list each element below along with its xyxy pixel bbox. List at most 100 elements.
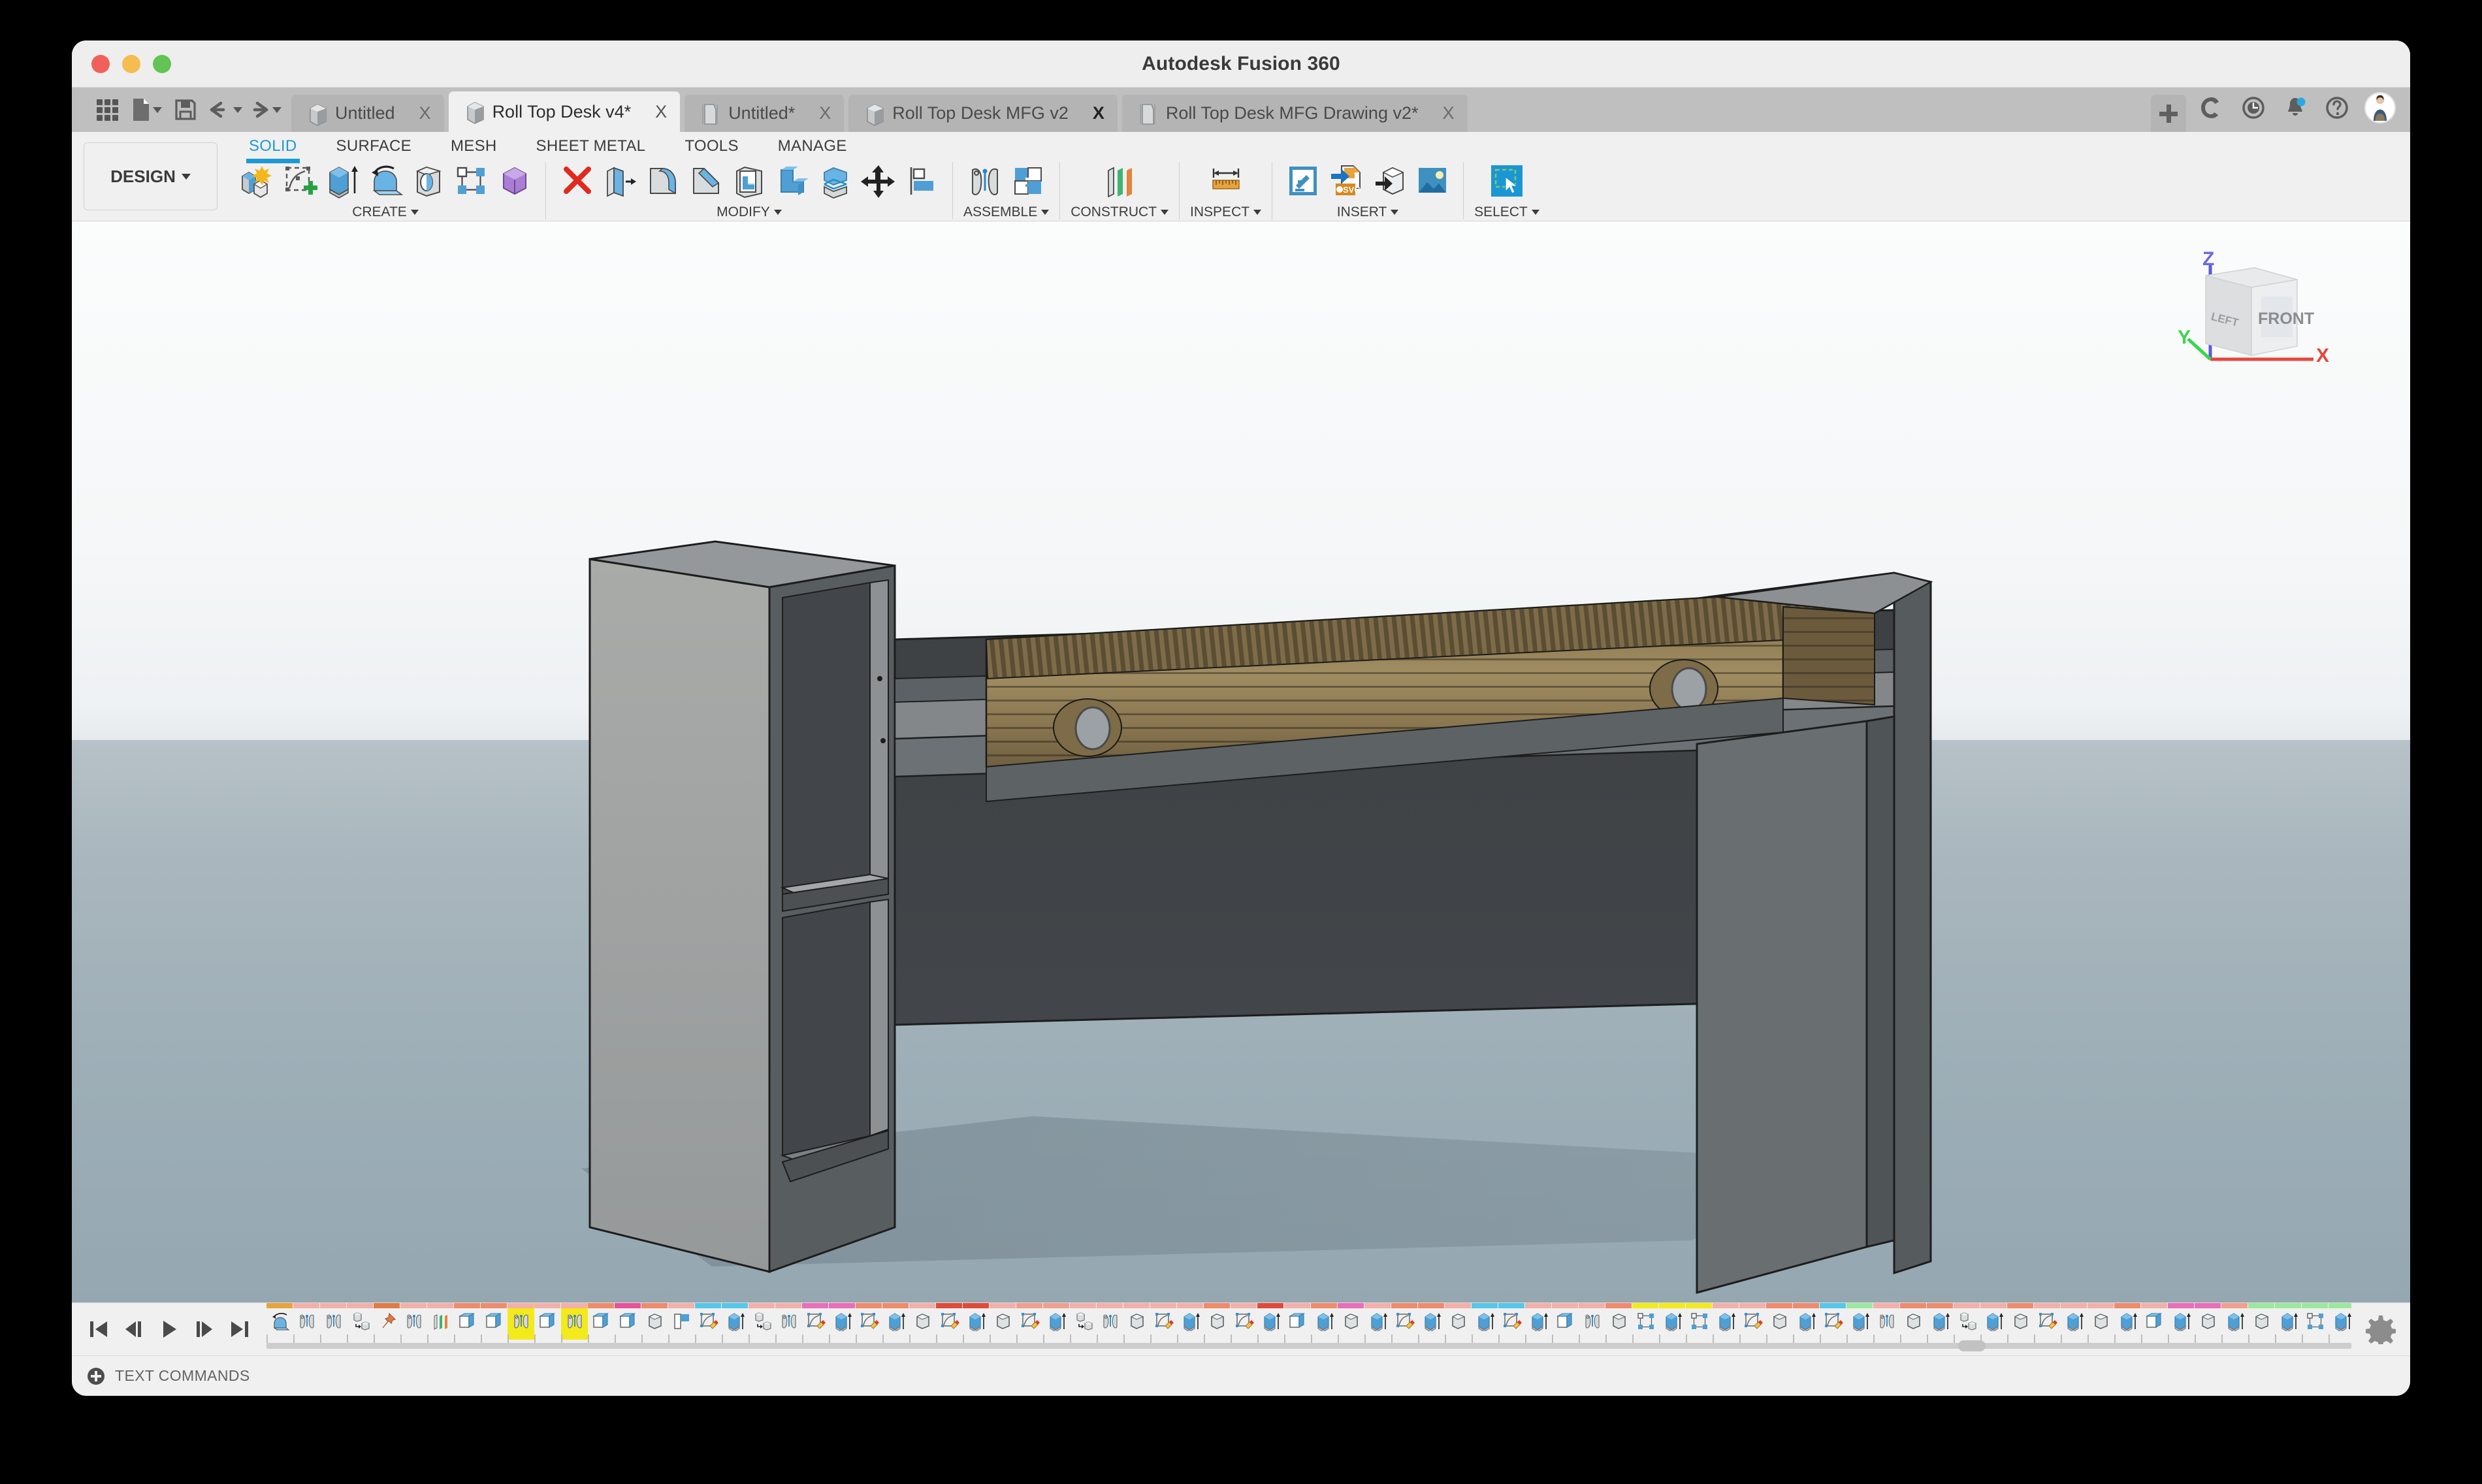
- timeline-feature[interactable]: [1311, 1303, 1338, 1340]
- timeline-feature[interactable]: [2329, 1303, 2351, 1340]
- notifications-icon[interactable]: [2281, 93, 2310, 122]
- timeline-feature[interactable]: [1043, 1303, 1070, 1340]
- timeline-feature[interactable]: [936, 1303, 963, 1340]
- combine-icon[interactable]: [772, 161, 813, 201]
- new-component-icon[interactable]: [236, 161, 276, 201]
- close-tab-button[interactable]: X: [655, 102, 667, 122]
- timeline-feature[interactable]: [668, 1303, 695, 1340]
- panel-label-insert[interactable]: INSERT: [1337, 204, 1399, 220]
- ribbon-tab-sheet-metal[interactable]: SHEET METAL: [517, 132, 666, 161]
- align-icon[interactable]: [901, 161, 942, 201]
- timeline-feature[interactable]: [454, 1303, 481, 1340]
- timeline-feature[interactable]: [1364, 1303, 1391, 1340]
- timeline-feature[interactable]: [1605, 1303, 1632, 1340]
- timeline-track[interactable]: [266, 1303, 2351, 1355]
- go-to-beginning-icon[interactable]: [86, 1317, 111, 1342]
- maximize-window-button[interactable]: [153, 55, 171, 73]
- document-tab[interactable]: Roll Top Desk MFG Drawing v2*X: [1122, 95, 1468, 132]
- timeline-feature[interactable]: [2141, 1303, 2168, 1340]
- timeline-feature[interactable]: [2248, 1303, 2275, 1340]
- timeline-scrollbar[interactable]: [266, 1343, 2351, 1349]
- document-tab[interactable]: Roll Top Desk v4*X: [449, 91, 681, 132]
- timeline-feature[interactable]: [561, 1303, 588, 1340]
- decal-icon[interactable]: [1412, 161, 1453, 201]
- step-forward-icon[interactable]: [192, 1317, 217, 1342]
- timeline-feature[interactable]: [508, 1303, 534, 1340]
- timeline-feature[interactable]: [882, 1303, 909, 1340]
- joint-icon[interactable]: [965, 161, 1005, 201]
- timeline-marker[interactable]: [1958, 1340, 1986, 1351]
- ribbon-tab-solid[interactable]: SOLID: [229, 132, 317, 161]
- timeline-feature[interactable]: [2061, 1303, 2087, 1340]
- new-tab-button[interactable]: [2151, 95, 2186, 132]
- timeline-feature[interactable]: [1150, 1303, 1177, 1340]
- offset-plane-icon[interactable]: [1099, 161, 1140, 201]
- close-tab-button[interactable]: X: [819, 103, 831, 123]
- move-copy-icon[interactable]: [858, 161, 899, 201]
- timeline-feature[interactable]: [1498, 1303, 1525, 1340]
- timeline-feature[interactable]: [1739, 1303, 1766, 1340]
- chevron-down-icon[interactable]: [272, 107, 282, 113]
- ribbon-tab-surface[interactable]: SURFACE: [317, 132, 431, 161]
- insert-svg-icon[interactable]: SVG: [1326, 161, 1366, 201]
- step-back-icon[interactable]: [121, 1317, 146, 1342]
- timeline-feature[interactable]: [1927, 1303, 1954, 1340]
- timeline-feature[interactable]: [1445, 1303, 1472, 1340]
- timeline-feature[interactable]: [1579, 1303, 1605, 1340]
- help-icon[interactable]: [2323, 93, 2351, 122]
- save-icon[interactable]: [167, 91, 204, 128]
- timeline-feature[interactable]: [1204, 1303, 1231, 1340]
- timeline-feature[interactable]: [2087, 1303, 2114, 1340]
- timeline-feature[interactable]: [1793, 1303, 1820, 1340]
- split-body-icon[interactable]: [815, 161, 856, 201]
- timeline-feature[interactable]: [990, 1303, 1016, 1340]
- timeline-feature[interactable]: [400, 1303, 427, 1340]
- timeline-feature[interactable]: [1284, 1303, 1311, 1340]
- timeline-feature[interactable]: [588, 1303, 615, 1340]
- panel-label-inspect[interactable]: INSPECT: [1190, 204, 1261, 220]
- panel-label-construct[interactable]: CONSTRUCT: [1071, 204, 1168, 220]
- ribbon-tab-mesh[interactable]: MESH: [431, 132, 517, 161]
- panel-label-select[interactable]: SELECT: [1474, 204, 1539, 220]
- roll-top-desk-model[interactable]: [72, 221, 2410, 1302]
- timeline-feature[interactable]: [1873, 1303, 1900, 1340]
- insert-derive-icon[interactable]: [1283, 161, 1323, 201]
- timeline-feature[interactable]: [641, 1303, 668, 1340]
- timeline-feature[interactable]: [1525, 1303, 1552, 1340]
- delete-icon[interactable]: [556, 161, 597, 201]
- close-tab-button[interactable]: X: [1093, 103, 1104, 123]
- chevron-down-icon[interactable]: [233, 107, 242, 113]
- undo-icon[interactable]: [206, 91, 243, 128]
- ribbon-tab-tools[interactable]: TOOLS: [665, 132, 758, 161]
- close-window-button[interactable]: [91, 55, 110, 73]
- revolve-icon[interactable]: [365, 161, 406, 201]
- panel-label-create[interactable]: CREATE: [352, 204, 419, 220]
- timeline-feature[interactable]: [2302, 1303, 2329, 1340]
- shell-icon[interactable]: [729, 161, 769, 201]
- timeline-feature[interactable]: [2275, 1303, 2302, 1340]
- timeline-feature[interactable]: [293, 1303, 320, 1340]
- panel-label-modify[interactable]: MODIFY: [717, 204, 782, 220]
- timeline-feature[interactable]: [320, 1303, 347, 1340]
- redo-icon[interactable]: [246, 91, 282, 128]
- timeline-feature[interactable]: [802, 1303, 829, 1340]
- timeline-feature[interactable]: [1257, 1303, 1284, 1340]
- timeline-feature[interactable]: [963, 1303, 990, 1340]
- text-commands-label[interactable]: TEXT COMMANDS: [115, 1367, 250, 1385]
- fillet-icon[interactable]: [643, 161, 683, 201]
- timeline-feature[interactable]: [1713, 1303, 1739, 1340]
- app-grid-icon[interactable]: [89, 91, 125, 128]
- timeline-feature[interactable]: [829, 1303, 856, 1340]
- play-icon[interactable]: [157, 1317, 182, 1342]
- timeline-feature[interactable]: [1231, 1303, 1257, 1340]
- as-built-joint-icon[interactable]: [1008, 161, 1048, 201]
- timeline-feature[interactable]: [1686, 1303, 1713, 1340]
- timeline-feature[interactable]: [1097, 1303, 1123, 1340]
- avatar[interactable]: [2364, 92, 2396, 123]
- timeline-feature[interactable]: [1016, 1303, 1043, 1340]
- chamfer-icon[interactable]: [686, 161, 726, 201]
- timeline-feature[interactable]: [1820, 1303, 1846, 1340]
- timeline-feature[interactable]: [856, 1303, 882, 1340]
- timeline-feature[interactable]: [2114, 1303, 2141, 1340]
- ribbon-tab-manage[interactable]: MANAGE: [758, 132, 867, 161]
